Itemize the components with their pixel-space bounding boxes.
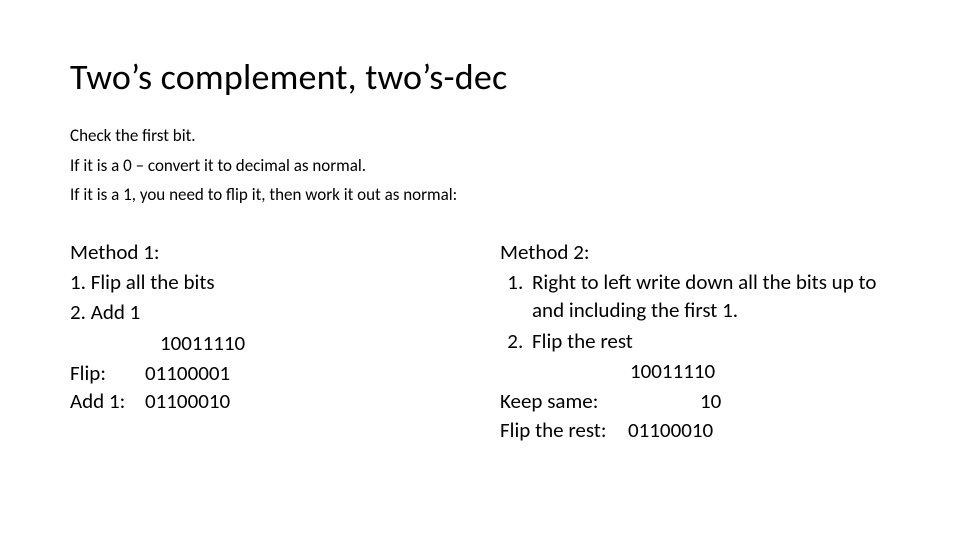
method1-add1-value: 01100010: [145, 387, 230, 415]
intro-line-2: If it is a 0 – convert it to decimal as …: [70, 153, 890, 179]
method1-add1-label: Add 1:: [70, 387, 145, 415]
method1-step-2: 2. Add 1: [70, 298, 460, 326]
method2-heading: Method 2:: [500, 238, 890, 266]
method1-example-original: 10011110: [70, 329, 460, 357]
method2-example-original: 10011110: [500, 357, 890, 385]
method1-step-1: 1. Flip all the bits: [70, 268, 460, 296]
method2-keep-value: 10: [700, 387, 721, 415]
method1-flip-label: Flip:: [70, 359, 145, 387]
method1-flip-value: 01100001: [145, 359, 230, 387]
method2-steps: Right to left write down all the bits up…: [500, 268, 890, 355]
method2-keep-label: Keep same:: [500, 387, 700, 415]
method2-keep-row: Keep same: 10: [500, 387, 890, 415]
intro-line-1: Check the first bit.: [70, 123, 890, 149]
method2-fliprest-value: 01100010: [628, 416, 713, 444]
method2-fliprest-label: Flip the rest:: [500, 416, 628, 444]
intro-line-3: If it is a 1, you need to flip it, then …: [70, 182, 890, 208]
method-2: Method 2: Right to left write down all t…: [500, 238, 890, 444]
method2-fliprest-row: Flip the rest: 01100010: [500, 416, 890, 444]
method1-add1-row: Add 1: 01100010: [70, 387, 460, 415]
slide-title: Two’s complement, two’s-dec: [70, 55, 890, 99]
method2-step-1: Right to left write down all the bits up…: [528, 268, 890, 325]
method1-flip-row: Flip: 01100001: [70, 359, 460, 387]
method-1: Method 1: 1. Flip all the bits 2. Add 1 …: [70, 238, 460, 444]
method1-heading: Method 1:: [70, 238, 460, 266]
slide: Two’s complement, two’s-dec Check the fi…: [0, 0, 960, 540]
intro-block: Check the first bit. If it is a 0 – conv…: [70, 123, 890, 208]
method2-step-2: Flip the rest: [528, 327, 890, 355]
methods-columns: Method 1: 1. Flip all the bits 2. Add 1 …: [70, 238, 890, 444]
